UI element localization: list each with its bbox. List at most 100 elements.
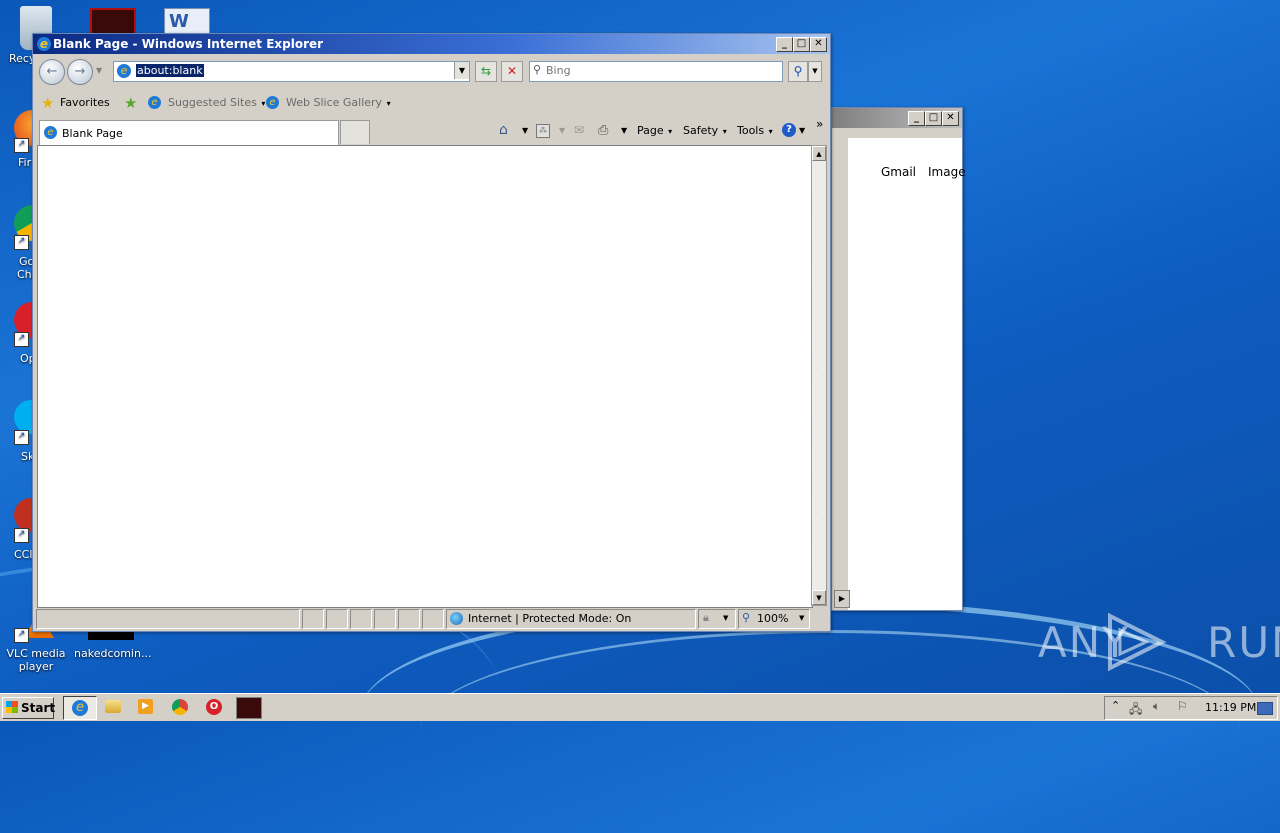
search-input[interactable] [546, 63, 774, 78]
page-menu[interactable]: Page ▾ [637, 124, 672, 137]
web-slice-gallery-link[interactable]: Web Slice Gallery ▾ [286, 96, 391, 109]
chevron-down-icon[interactable]: ▼ [522, 126, 528, 135]
taskbar-ie-button[interactable]: e [63, 696, 97, 720]
chevron-down-icon: ▼ [723, 614, 729, 622]
chevron-down-icon: ▾ [766, 127, 773, 136]
page-content[interactable] [37, 145, 813, 608]
close-button[interactable]: ✕ [810, 37, 827, 52]
background-window-content: Gmail Image [848, 138, 966, 610]
new-tab-button[interactable] [340, 120, 370, 144]
protected-mode-segment[interactable]: 🔒︎ ▼ [698, 609, 736, 629]
chevron-down-icon: ▾ [384, 99, 391, 108]
scroll-right-button[interactable]: ▶ [834, 590, 850, 608]
more-commands-icon[interactable]: » [816, 117, 823, 131]
search-provider-icon: ⚲ [533, 63, 542, 76]
word-document-icon[interactable]: W [164, 8, 210, 34]
chevron-down-icon: ▼ [799, 614, 805, 622]
stop-button[interactable]: ✕ [501, 61, 523, 82]
minimize-button[interactable]: _ [776, 37, 793, 52]
address-bar[interactable]: e about:blank ▼ [113, 61, 470, 82]
status-segment [398, 609, 420, 629]
zoom-icon: ⚲ [742, 611, 751, 624]
address-dropdown-button[interactable]: ▼ [454, 62, 469, 79]
ie-logo-icon: e [37, 37, 51, 51]
search-button[interactable]: ⚲ [788, 61, 808, 82]
web-slice-gallery-label: Web Slice Gallery [286, 96, 383, 109]
address-text[interactable]: about:blank [136, 64, 204, 77]
suggested-sites-link[interactable]: Suggested Sites ▾ [168, 96, 265, 109]
taskbar: Start e ▶ O ⌃ 🖧︎ 🔈︎ ⚐ 11:19 PM [0, 693, 1280, 721]
chevron-down-icon[interactable]: ▼ [799, 126, 805, 135]
status-segment [422, 609, 444, 629]
home-icon[interactable]: ⌂ [499, 122, 508, 138]
tab-blank-page[interactable]: e Blank Page [39, 120, 339, 145]
start-button[interactable]: Start [2, 697, 56, 719]
favorites-bar: ★ Favorites ★ e Suggested Sites ▾ e Web … [33, 91, 830, 115]
taskbar-opera-icon[interactable]: O [206, 699, 222, 715]
desktop: { "window": {"title": "Blank Page - Wind… [0, 0, 1280, 721]
vertical-scrollbar[interactable]: ▲ ▼ [811, 145, 827, 606]
anyrun-watermark: ANY RUN [1038, 610, 1280, 674]
recent-pages-dropdown-icon[interactable]: ▼ [96, 66, 102, 75]
tools-menu[interactable]: Tools ▾ [737, 124, 773, 137]
search-box[interactable]: ⚲ [529, 61, 783, 82]
favorites-star-icon: ★ [41, 94, 55, 112]
refresh-button[interactable]: ⇆ [475, 61, 497, 82]
chevron-down-icon[interactable]: ▼ [621, 126, 627, 135]
tools-menu-label: Tools [737, 124, 765, 137]
feeds-icon[interactable]: ⁂ [536, 124, 550, 138]
desktop-icon-label: nakedcomin... [74, 647, 152, 660]
taskbar-app-icon[interactable] [236, 697, 262, 719]
status-segment [350, 609, 372, 629]
ie-window[interactable]: e Blank Page - Windows Internet Explorer… [32, 33, 831, 632]
status-text-segment [36, 609, 300, 629]
add-to-favorites-bar-icon[interactable]: ★ [124, 94, 137, 112]
read-mail-icon[interactable]: ✉ [574, 123, 584, 137]
show-hidden-icons-icon[interactable]: ⌃ [1111, 699, 1120, 712]
safety-menu[interactable]: Safety ▾ [683, 124, 727, 137]
desktop-icon-label: Fir [18, 156, 32, 169]
maximize-button[interactable]: □ [925, 111, 942, 126]
windows-flag-icon [6, 701, 18, 713]
window-title: Blank Page - Windows Internet Explorer [53, 37, 324, 51]
taskbar-media-player-icon[interactable]: ▶ [138, 699, 153, 714]
ie-titlebar[interactable]: e Blank Page - Windows Internet Explorer [33, 34, 830, 54]
show-desktop-button[interactable] [1257, 702, 1273, 715]
start-label: Start [21, 701, 56, 715]
desktop-icon-label: player [18, 660, 54, 673]
volume-icon[interactable]: 🔈︎ [1153, 699, 1160, 714]
page-menu-label: Page [637, 124, 664, 137]
gmail-link[interactable]: Gmail [881, 165, 916, 179]
scroll-up-button[interactable]: ▲ [812, 146, 826, 161]
background-browser-window[interactable]: _ □ ✕ Gmail Image ▶ [831, 107, 966, 611]
clock[interactable]: 11:19 PM [1205, 701, 1256, 714]
status-segment [302, 609, 324, 629]
chevron-down-icon[interactable]: ▼ [559, 126, 565, 135]
print-icon[interactable]: ⎙ [598, 123, 608, 138]
system-tray: ⌃ 🖧︎ 🔈︎ ⚐ 11:19 PM [1104, 696, 1278, 720]
action-center-flag-icon[interactable]: ⚐ [1177, 699, 1188, 713]
shortcut-arrow-icon: ↗ [14, 235, 29, 250]
chevron-down-icon: ▾ [258, 99, 266, 108]
lock-icon: 🔒︎ [703, 611, 709, 624]
forward-button[interactable]: → [67, 59, 93, 85]
maximize-button[interactable]: □ [793, 37, 810, 52]
search-options-dropdown[interactable]: ▼ [808, 61, 822, 82]
favorites-button[interactable]: Favorites [60, 96, 110, 109]
tab-label: Blank Page [62, 127, 123, 140]
minimize-button[interactable]: _ [908, 111, 925, 126]
close-button[interactable]: ✕ [942, 111, 959, 126]
zoom-segment[interactable]: ⚲ 100% ▼ [738, 609, 810, 629]
shortcut-arrow-icon: ↗ [14, 628, 29, 643]
zone-segment[interactable]: Internet | Protected Mode: On [446, 609, 696, 629]
network-icon[interactable]: 🖧︎ [1129, 700, 1142, 721]
chevron-down-icon: ▾ [665, 127, 673, 136]
taskbar-explorer-icon[interactable] [105, 700, 121, 713]
images-link[interactable]: Image [928, 165, 966, 179]
taskbar-chrome-icon[interactable] [172, 699, 188, 715]
scroll-down-button[interactable]: ▼ [812, 590, 826, 605]
page-favicon-icon: e [117, 64, 131, 78]
back-button[interactable]: ← [39, 59, 65, 85]
help-icon[interactable]: ? [782, 123, 796, 137]
watermark-text: ANY RUN [1038, 618, 1280, 667]
